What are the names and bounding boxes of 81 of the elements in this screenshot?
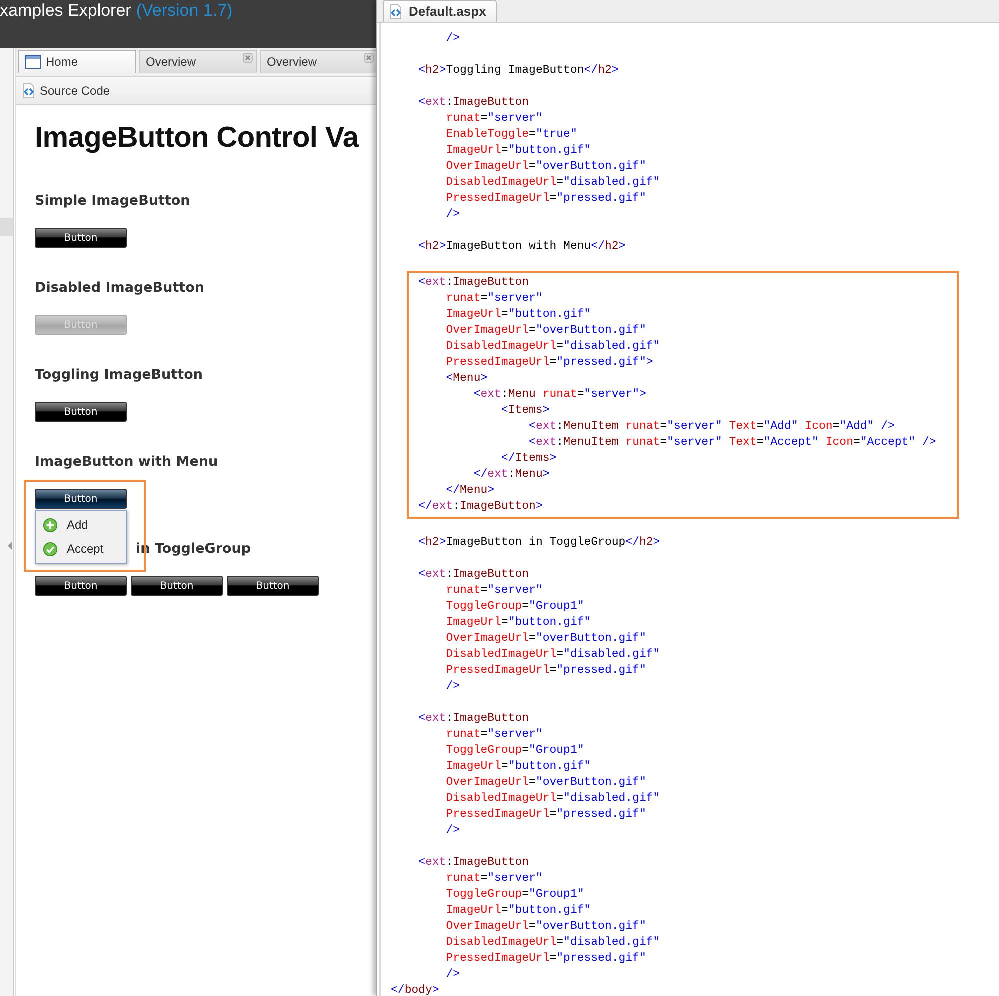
page-heading: ImageButton Control Va bbox=[35, 122, 360, 155]
section-heading: ImageButton with Menu bbox=[35, 454, 220, 470]
code-file-icon bbox=[21, 82, 37, 98]
code-line: /> bbox=[445, 824, 460, 837]
code-line: DisabledImageUrl="disabled.gif" bbox=[445, 176, 660, 189]
code-line: ToggleGroup="Group1" bbox=[445, 744, 584, 757]
close-icon[interactable] bbox=[243, 53, 253, 63]
code-line: </ext:ImageButton> bbox=[418, 500, 543, 513]
image-button[interactable]: Button bbox=[227, 576, 319, 596]
code-line: <ext:ImageButton bbox=[418, 568, 530, 581]
tab[interactable]: Overview bbox=[139, 50, 257, 73]
code-line: <ext:ImageButton bbox=[418, 856, 530, 869]
image-button[interactable]: Button bbox=[35, 576, 127, 596]
code-line: ImageUrl="button.gif" bbox=[445, 144, 592, 157]
image-button[interactable]: Button bbox=[35, 489, 127, 509]
code-line: ToggleGroup="Group1" bbox=[445, 600, 584, 613]
code-line: DisabledImageUrl="disabled.gif" bbox=[445, 936, 660, 949]
file-tab[interactable]: Default.aspx bbox=[383, 0, 498, 22]
window-icon bbox=[25, 55, 41, 69]
code-line: </Menu> bbox=[445, 484, 495, 497]
code-line: /> bbox=[445, 32, 460, 45]
code-line: <ext:ImageButton bbox=[418, 96, 530, 109]
code-line: runat="server" bbox=[445, 728, 543, 741]
code-line: ImageUrl="button.gif" bbox=[445, 308, 592, 321]
code-line: ToggleGroup="Group1" bbox=[445, 888, 584, 901]
code-line: OverImageUrl="overButton.gif" bbox=[445, 324, 646, 337]
version-label: (Version 1.7) bbox=[136, 1, 233, 21]
plus-icon bbox=[43, 518, 58, 532]
code-line: PressedImageUrl="pressed.gif" bbox=[445, 664, 646, 677]
code-line: <h2>ImageButton with Menu</h2> bbox=[418, 240, 626, 253]
code-line: <h2>ImageButton in ToggleGroup</h2> bbox=[418, 536, 660, 549]
code-line: runat="server" bbox=[445, 112, 543, 125]
code-line: <h2>Toggling ImageButton</h2> bbox=[418, 64, 619, 77]
code-line: OverImageUrl="overButton.gif" bbox=[445, 776, 646, 789]
source-code-button[interactable]: Source Code bbox=[19, 80, 112, 100]
code-line: EnableToggle="true" bbox=[445, 128, 578, 141]
code-line: </body> bbox=[391, 984, 440, 996]
code-line: OverImageUrl="overButton.gif" bbox=[445, 160, 646, 173]
code-line: <ext:ImageButton bbox=[418, 276, 530, 289]
code-line: DisabledImageUrl="disabled.gif" bbox=[445, 648, 660, 661]
code-line: <Items> bbox=[500, 404, 550, 417]
image-button[interactable]: Button bbox=[131, 576, 223, 596]
code-line: PressedImageUrl="pressed.gif" bbox=[445, 952, 646, 965]
collapsed-panel[interactable] bbox=[0, 48, 14, 996]
code-line: /> bbox=[445, 968, 460, 981]
checkmark-icon bbox=[43, 542, 58, 556]
image-button[interactable]: Button bbox=[35, 228, 127, 248]
menu-item[interactable]: Add bbox=[36, 513, 126, 537]
code-line: OverImageUrl="overButton.gif" bbox=[445, 632, 646, 645]
code-line: </ext:Menu> bbox=[472, 468, 550, 481]
image-button[interactable]: Button bbox=[35, 402, 127, 422]
code-line: runat="server" bbox=[445, 584, 543, 597]
code-line: ImageUrl="button.gif" bbox=[445, 904, 592, 917]
code-line: <Menu> bbox=[445, 372, 488, 385]
code-line: ImageUrl="button.gif" bbox=[445, 616, 592, 629]
close-icon[interactable] bbox=[364, 53, 374, 63]
tab[interactable]: Home bbox=[18, 50, 136, 73]
code-line: DisabledImageUrl="disabled.gif" bbox=[445, 340, 660, 353]
code-line: <ext:MenuItem runat="server" Text="Add" Icon="Add" /> bbox=[528, 420, 895, 433]
code-line: PressedImageUrl="pressed.gif" bbox=[445, 808, 646, 821]
code-line: runat="server" bbox=[445, 872, 543, 885]
code-line: </Items> bbox=[500, 452, 557, 465]
code-line: /> bbox=[445, 208, 460, 221]
code-line: ImageUrl="button.gif" bbox=[445, 760, 592, 773]
menu-item[interactable]: Accept bbox=[36, 537, 126, 561]
code-file-icon bbox=[388, 4, 404, 20]
section-heading: Simple ImageButton bbox=[35, 193, 192, 209]
code-line: runat="server" bbox=[445, 292, 543, 305]
tab[interactable]: Overview bbox=[260, 50, 376, 73]
code-line: <ext:ImageButton bbox=[418, 712, 530, 725]
app-title: xamples Explorer bbox=[0, 1, 132, 21]
code-line: PressedImageUrl="pressed.gif" bbox=[445, 192, 646, 205]
code-line: <ext:Menu runat="server"> bbox=[472, 388, 646, 401]
code-line: PressedImageUrl="pressed.gif"> bbox=[445, 356, 654, 369]
collapse-arrow-icon[interactable] bbox=[8, 542, 12, 550]
section-heading: Disabled ImageButton bbox=[35, 280, 206, 296]
code-line: DisabledImageUrl="disabled.gif" bbox=[445, 792, 660, 805]
code-line: <ext:MenuItem runat="server" Text="Accept" Icon="Accept" /> bbox=[528, 436, 936, 449]
section-heading: Toggling ImageButton bbox=[35, 367, 204, 383]
code-line: /> bbox=[445, 680, 460, 693]
code-line: OverImageUrl="overButton.gif" bbox=[445, 920, 646, 933]
